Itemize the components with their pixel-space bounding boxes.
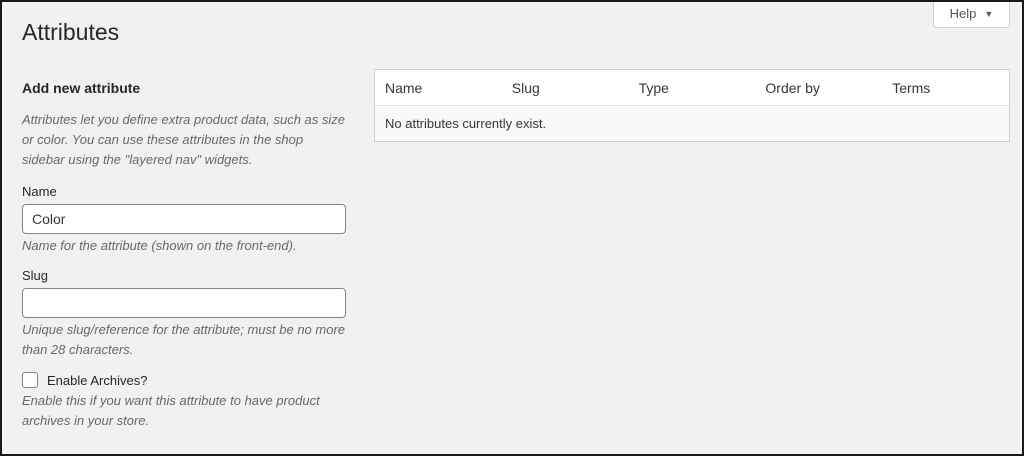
enable-archives-checkbox[interactable] (22, 372, 38, 388)
name-label: Name (22, 184, 57, 199)
table-header-row: Name Slug Type Order by Terms (375, 70, 1009, 106)
name-field-group: Name Name for the attribute (shown on th… (22, 184, 347, 256)
slug-help-text: Unique slug/reference for the attribute;… (22, 322, 346, 357)
attributes-table: Name Slug Type Order by Terms No attribu… (374, 69, 1010, 142)
column-header-slug: Slug (511, 79, 540, 96)
column-header-order-by: Order by (765, 79, 820, 96)
archives-field-group: Enable Archives? Enable this if you want… (22, 372, 347, 431)
name-input[interactable] (22, 204, 346, 234)
slug-field-group: Slug Unique slug/reference for the attri… (22, 268, 347, 360)
slug-label: Slug (22, 268, 49, 283)
page-title: Attributes (22, 19, 120, 45)
form-heading: Add new attribute (22, 80, 141, 96)
form-intro-text: Attributes let you define extra product … (22, 112, 346, 167)
table-empty-message: No attributes currently exist. (375, 106, 1009, 141)
enable-archives-label[interactable]: Enable Archives? (47, 373, 147, 388)
help-label: Help (949, 6, 977, 21)
name-help-text: Name for the attribute (shown on the fro… (22, 238, 297, 253)
help-tab-button[interactable]: Help ▼ (933, 0, 1010, 28)
caret-down-icon: ▼ (984, 8, 994, 19)
column-header-terms: Terms (892, 79, 931, 96)
slug-input[interactable] (22, 288, 346, 318)
column-header-type: Type (638, 79, 669, 96)
column-header-name: Name (385, 79, 423, 96)
archives-help-text: Enable this if you want this attribute t… (22, 393, 320, 428)
add-attribute-form: Add new attribute Attributes let you def… (22, 80, 347, 443)
archives-checkbox-row[interactable]: Enable Archives? (22, 372, 347, 388)
